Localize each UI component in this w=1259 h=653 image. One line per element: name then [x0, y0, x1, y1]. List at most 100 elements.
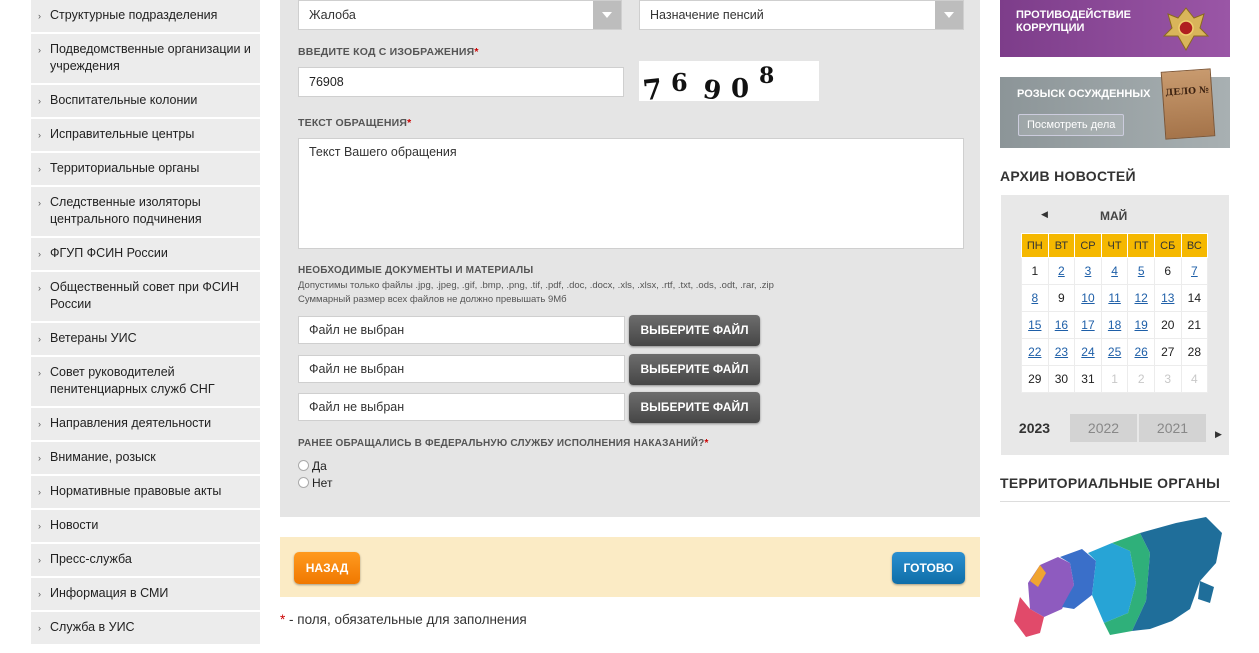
calendar-day[interactable]: 3 — [1074, 257, 1102, 285]
calendar-day[interactable]: 2 — [1047, 257, 1076, 285]
calendar-day[interactable]: 26 — [1127, 338, 1155, 366]
prev-month-icon[interactable]: ◀ — [1041, 209, 1048, 220]
sidebar-item-label: Направления деятельности — [50, 416, 212, 430]
choose-file-button[interactable]: ВЫБЕРИТЕ ФАЙЛ — [629, 354, 760, 385]
radio-no[interactable]: Нет — [298, 476, 332, 490]
russia-regions-map[interactable] — [1000, 513, 1230, 643]
sidebar-item-label: Воспитательные колонии — [50, 93, 198, 107]
appeal-type-select[interactable]: Жалоба — [298, 0, 622, 30]
calendar-day: 6 — [1153, 257, 1182, 285]
back-button[interactable]: НАЗАД — [294, 552, 360, 584]
sidebar-item[interactable]: › Общественный совет при ФСИН России — [31, 272, 260, 323]
file-input[interactable]: Файл не выбран — [298, 316, 625, 344]
calendar-day[interactable]: 7 — [1180, 257, 1209, 285]
calendar-day[interactable]: 22 — [1021, 338, 1049, 366]
next-year-icon[interactable]: ▶ — [1215, 429, 1222, 440]
radio-yes[interactable]: Да — [298, 459, 327, 473]
calendar-day[interactable]: 11 — [1100, 284, 1129, 312]
calendar-day: 14 — [1180, 284, 1209, 312]
calendar-day[interactable]: 5 — [1127, 257, 1155, 285]
calendar-day[interactable]: 16 — [1047, 311, 1076, 339]
radio-circle-icon[interactable] — [298, 477, 309, 488]
choose-file-button[interactable]: ВЫБЕРИТЕ ФАЙЛ — [629, 315, 760, 346]
sidebar-item[interactable]: › Подведомственные организации и учрежден… — [31, 34, 260, 85]
calendar-day: 29 — [1021, 365, 1049, 393]
calendar-day[interactable]: 8 — [1021, 284, 1049, 312]
sidebar-item[interactable]: › Воспитательные колонии — [31, 85, 260, 119]
file-row: Файл не выбран ВЫБЕРИТЕ ФАЙЛ — [298, 315, 760, 347]
sidebar-item[interactable]: › Следственные изоляторы центрального под… — [31, 187, 260, 238]
captcha-label: ВВЕДИТЕ КОД С ИЗОБРАЖЕНИЯ* — [298, 46, 479, 58]
appeal-topic-value: Назначение пенсий — [650, 8, 764, 22]
sidebar-item[interactable]: › Информация в СМИ — [31, 578, 260, 612]
allowed-files-note: Допустимы только файлы .jpg, .jpeg, .gif… — [298, 280, 774, 291]
chevron-right-icon: › — [38, 555, 41, 565]
sidebar-item[interactable]: › Служба в УИС — [31, 612, 260, 646]
sidebar-nav: › Структурные подразделения › Подведомствен… — [31, 0, 260, 653]
view-cases-button[interactable]: Посмотреть дела — [1018, 114, 1125, 136]
sidebar-item[interactable]: › Внимание, розыск — [31, 442, 260, 476]
calendar-day[interactable]: 19 — [1127, 311, 1155, 339]
chevron-right-icon: › — [38, 623, 41, 633]
weekday-header: СР — [1074, 233, 1102, 258]
calendar-day[interactable]: 15 — [1021, 311, 1049, 339]
radio-circle-icon[interactable] — [298, 460, 309, 471]
chevron-down-icon[interactable] — [935, 1, 963, 29]
territorial-bodies-title: ТЕРРИТОРИАЛЬНЫЕ ОРГАНЫ — [1000, 475, 1221, 491]
sidebar-item-label: Нормативные правовые акты — [50, 484, 222, 498]
choose-file-button[interactable]: ВЫБЕРИТЕ ФАЙЛ — [629, 392, 760, 423]
sidebar-item[interactable]: › Новости — [31, 510, 260, 544]
calendar-day[interactable]: 13 — [1153, 284, 1182, 312]
sidebar-item[interactable]: › Ветераны УИС — [31, 323, 260, 357]
year-tab-2023[interactable]: 2023 — [1001, 414, 1068, 442]
year-tab-2021[interactable]: 2021 — [1139, 414, 1206, 442]
done-button[interactable]: ГОТОВО — [892, 552, 965, 584]
sidebar-item[interactable]: › Совет руководителей пенитенциарных служ… — [31, 357, 260, 408]
chevron-right-icon: › — [38, 419, 41, 429]
sidebar-item-label: Внимание, розыск — [50, 450, 156, 464]
calendar-day[interactable]: 10 — [1074, 284, 1102, 312]
news-calendar: ◀ МАЙ ПН ВТ СР ЧТ ПТ СБ ВС 1 2 3 4 5 6 7 8 9 10 11 12 13 14… — [1001, 195, 1229, 455]
weekday-header: ПН — [1021, 233, 1049, 258]
year-tab-2022[interactable]: 2022 — [1070, 414, 1137, 442]
sidebar-item-label: Структурные подразделения — [50, 8, 218, 22]
calendar-day[interactable]: 23 — [1047, 338, 1076, 366]
captcha-digit: 6 — [671, 68, 688, 97]
file-input[interactable]: Файл не выбран — [298, 393, 625, 421]
sidebar-item[interactable]: › ФГУП ФСИН России — [31, 238, 260, 272]
calendar-day[interactable]: 24 — [1074, 338, 1102, 366]
chevron-right-icon: › — [38, 368, 41, 378]
sidebar-item[interactable]: › Структурные подразделения — [31, 0, 260, 34]
appeal-form: Жалоба Назначение пенсий ВВЕДИТЕ КОД С И… — [280, 0, 980, 517]
appeal-text-area[interactable]: Текст Вашего обращения — [298, 138, 964, 249]
sidebar-item[interactable]: › Исправительные центры — [31, 119, 260, 153]
captcha-digit: 9 — [701, 75, 723, 101]
sidebar-item[interactable]: › Пресс-служба — [31, 544, 260, 578]
chevron-right-icon: › — [38, 521, 41, 531]
chevron-down-icon[interactable] — [593, 1, 621, 29]
calendar-week: 22 23 24 25 26 27 28 — [1021, 338, 1209, 366]
sidebar-item[interactable]: › Направления деятельности — [31, 408, 260, 442]
weekday-header: СБ — [1153, 233, 1182, 258]
chevron-right-icon: › — [38, 130, 41, 140]
calendar-week: 15 16 17 18 19 20 21 — [1021, 311, 1209, 339]
calendar-day[interactable]: 25 — [1100, 338, 1129, 366]
file-row: Файл не выбран ВЫБЕРИТЕ ФАЙЛ — [298, 354, 760, 386]
appeal-topic-select[interactable]: Назначение пенсий — [639, 0, 964, 30]
calendar-day: 3 — [1153, 365, 1182, 393]
case-folder-icon: ДЕЛО № — [1160, 68, 1216, 140]
calendar-week: 29 30 31 1 2 3 4 — [1021, 365, 1209, 393]
captcha-digits: 7 6 9 0 8 — [641, 63, 774, 101]
sidebar-item-label: Территориальные органы — [50, 161, 200, 175]
calendar-day[interactable]: 18 — [1100, 311, 1129, 339]
calendar-day[interactable]: 12 — [1127, 284, 1155, 312]
file-input[interactable]: Файл не выбран — [298, 355, 625, 383]
calendar-day: 2 — [1127, 365, 1155, 393]
file-row: Файл не выбран ВЫБЕРИТЕ ФАЙЛ — [298, 392, 760, 424]
sidebar-item[interactable]: › Нормативные правовые акты — [31, 476, 260, 510]
calendar-day: 28 — [1180, 338, 1209, 366]
captcha-input[interactable]: 76908 — [298, 67, 624, 97]
calendar-day[interactable]: 17 — [1074, 311, 1102, 339]
sidebar-item[interactable]: › Территориальные органы — [31, 153, 260, 187]
calendar-day[interactable]: 4 — [1100, 257, 1129, 285]
